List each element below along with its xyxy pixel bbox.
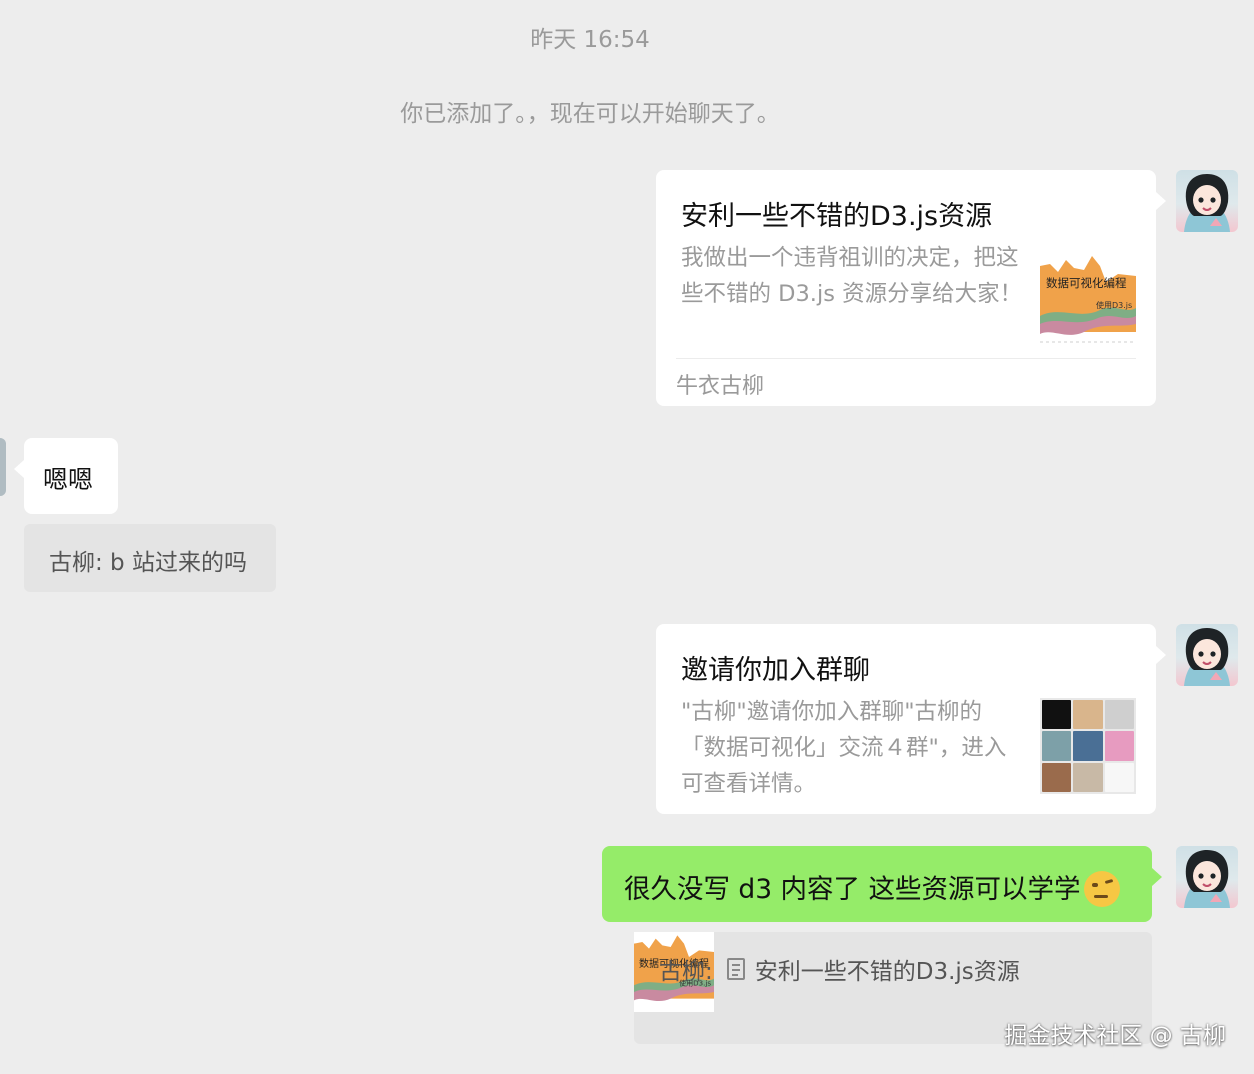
- quoted-link-prefix: 古柳:: [659, 959, 713, 985]
- system-notice: 你已添加了。，现在可以开始聊天了。: [400, 101, 780, 127]
- bubble-tail: [1156, 646, 1166, 664]
- watermark: 掘金技术社区 @ 古柳: [1004, 1023, 1226, 1049]
- avatar[interactable]: [1176, 846, 1238, 908]
- incoming-message-bubble[interactable]: 嗯嗯: [24, 438, 118, 514]
- thumb-subtitle: 使用D3.js: [1096, 300, 1132, 310]
- invite-card-title: 邀请你加入群聊: [681, 655, 870, 686]
- chat-timestamp: 昨天 16:54: [530, 27, 650, 53]
- link-card-title: 安利一些不错的D3.js资源: [681, 201, 993, 232]
- bubble-tail: [14, 460, 24, 478]
- document-icon: [726, 958, 745, 980]
- avatar[interactable]: [1176, 624, 1238, 686]
- bubble-tail: [1156, 192, 1166, 210]
- group-avatar-grid: [1040, 698, 1136, 794]
- link-card[interactable]: 安利一些不错的D3.js资源 我做出一个违背祖训的决定，把这些不错的 D3.js…: [656, 170, 1156, 406]
- incoming-message-text: 嗯嗯: [43, 465, 94, 494]
- card-divider: [676, 358, 1136, 359]
- invite-card-description: "古柳"邀请你加入群聊"古柳的「数据可视化」交流４群"，进入可查看详情。: [681, 699, 1007, 797]
- incoming-quote-text: 古柳: b 站过来的吗: [49, 550, 247, 576]
- link-card-source: 牛衣古柳: [676, 374, 765, 399]
- link-card-description: 我做出一个违背祖训的决定，把这些不错的 D3.js 资源分享给大家！: [681, 245, 1023, 307]
- thumb-title: 数据可视化编程: [1046, 276, 1127, 290]
- bubble-tail: [1152, 868, 1162, 886]
- group-invite-card[interactable]: 邀请你加入群聊 "古柳"邀请你加入群聊"古柳的「数据可视化」交流４群"，进入可查…: [656, 624, 1156, 814]
- outgoing-message-text: 很久没写 d3 内容了 这些资源可以学学: [624, 874, 1081, 905]
- incoming-quote[interactable]: 古柳: b 站过来的吗: [24, 524, 276, 592]
- outgoing-message-bubble[interactable]: 很久没写 d3 内容了 这些资源可以学学: [602, 846, 1152, 922]
- avatar[interactable]: [1176, 170, 1238, 232]
- quoted-link-title: 安利一些不错的D3.js资源: [754, 959, 1020, 985]
- avatar[interactable]: [0, 438, 6, 496]
- link-card-thumbnail: 数据可视化编程 使用D3.js: [1040, 252, 1136, 348]
- raised-eyebrow-emoji-icon: [1084, 870, 1121, 907]
